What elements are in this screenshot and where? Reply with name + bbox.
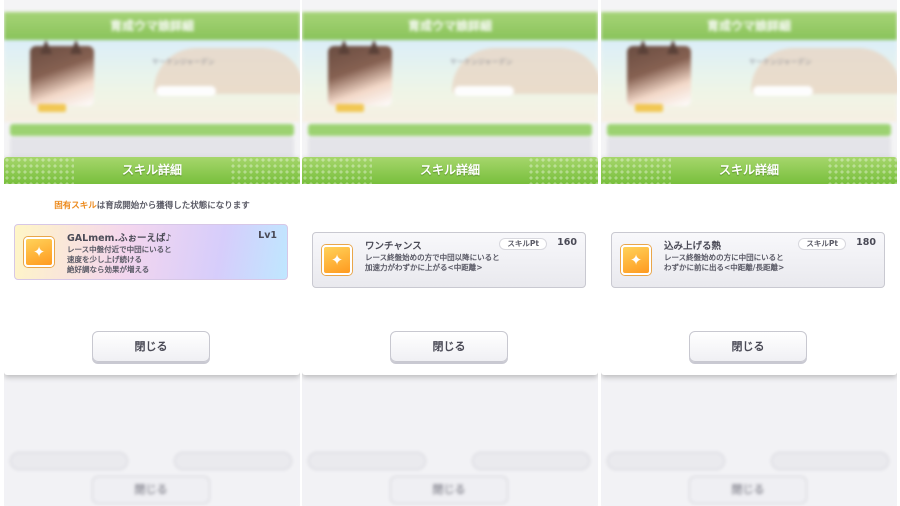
skill-description: レース中盤付近で中団にいると 速度を少し上げ続ける 絶好調なら効果が増える: [67, 245, 172, 274]
rank-stars: [635, 104, 663, 112]
story-button: [607, 452, 725, 470]
skill-acceleration-icon: ✦: [322, 245, 352, 275]
skill-detail-dialog: スキル詳細 ✦ ワンチャンス スキルPt 160 レース終盤始めの方で中団以降に…: [302, 157, 598, 375]
character-name: ヤーケンジャーデン: [749, 58, 812, 66]
screenshot-panel-3: 育成ウマ娘詳細 ヤーケンジャーデン 閉じる スキル詳細 ✦ 込み上げる熱 スキル…: [601, 0, 897, 506]
background-header: 育成ウマ娘詳細: [4, 12, 300, 40]
enhance-button: [771, 452, 889, 470]
stat-values-row: [10, 137, 294, 157]
rank-badge: [753, 86, 813, 96]
background-header: 育成ウマ娘詳細: [302, 12, 598, 40]
close-button[interactable]: 閉じる: [92, 331, 210, 362]
notice-text: は育成開始から獲得した状態になります: [96, 201, 250, 211]
skill-detail-dialog: スキル詳細 ✦ 込み上げる熱 スキルPt 180 レース終盤始めの方に中団にいる…: [601, 157, 897, 375]
dialog-header: スキル詳細: [4, 157, 300, 184]
story-button: [10, 452, 128, 470]
skill-card[interactable]: ✦ 込み上げる熱 スキルPt 180 レース終盤始めの方に中団にいると わずかに…: [611, 232, 885, 288]
rank-stars: [38, 104, 66, 112]
character-name: ヤーケンジャーデン: [152, 58, 215, 66]
skill-card[interactable]: ✦ ワンチャンス スキルPt 160 レース終盤始めの方で中団以降にいると 加速…: [312, 232, 586, 288]
skill-description: レース終盤始めの方に中団にいると わずかに前に出る<中距離/長距離>: [664, 253, 785, 272]
skill-level: Lv1: [258, 230, 277, 241]
stat-values-row: [607, 137, 891, 157]
skill-pt-label: スキルPt: [499, 238, 547, 250]
rank-stars: [336, 104, 364, 112]
background-close-button: 閉じる: [689, 476, 807, 504]
character-portrait: [328, 40, 392, 106]
skill-speed-icon: ✦: [24, 237, 54, 267]
skill-card[interactable]: ✦ GALmem.ふぉーえば♪ Lv1 レース中盤付近で中団にいると 速度を少し…: [14, 224, 288, 280]
skill-description: レース終盤始めの方で中団以降にいると 加速力がわずかに上がる<中距離>: [365, 253, 500, 272]
stat-header-row: [308, 124, 592, 136]
skill-detail-dialog: スキル詳細 固有スキルは育成開始から獲得した状態になります ✦ GALmem.ふ…: [4, 157, 300, 375]
skill-name: GALmem.ふぉーえば♪: [67, 233, 172, 244]
background-close-button: 閉じる: [390, 476, 508, 504]
skill-pt-value: 180: [856, 237, 876, 248]
close-button[interactable]: 閉じる: [390, 331, 508, 362]
character-name: ヤーケンジャーデン: [450, 58, 513, 66]
rank-badge: [156, 86, 216, 96]
skill-acceleration-icon: ✦: [621, 245, 651, 275]
dialog-header: スキル詳細: [601, 157, 897, 184]
skill-pt-label: スキルPt: [798, 238, 846, 250]
rank-badge: [454, 86, 514, 96]
dialog-title: スキル詳細: [121, 163, 182, 177]
dialog-title: スキル詳細: [419, 163, 480, 177]
skill-name: ワンチャンス: [365, 241, 422, 252]
screenshot-panel-2: 育成ウマ娘詳細 ヤーケンジャーデン 閉じる スキル詳細 ✦ ワンチャンス スキル…: [302, 0, 598, 506]
background-header: 育成ウマ娘詳細: [601, 12, 897, 40]
screenshot-panel-1: 育成ウマ娘詳細 ヤーケンジャーデン 閉じる スキル詳細 固有スキルは育成開始から…: [4, 0, 300, 506]
unique-skill-notice: 固有スキルは育成開始から獲得した状態になります: [4, 199, 300, 211]
skill-pt-value: 160: [557, 237, 577, 248]
enhance-button: [174, 452, 292, 470]
stat-header-row: [607, 124, 891, 136]
story-button: [308, 452, 426, 470]
character-portrait: [627, 40, 691, 106]
stat-header-row: [10, 124, 294, 136]
notice-highlight: 固有スキル: [54, 201, 97, 211]
enhance-button: [472, 452, 590, 470]
character-portrait: [30, 40, 94, 106]
close-button[interactable]: 閉じる: [689, 331, 807, 362]
stat-values-row: [308, 137, 592, 157]
skill-name: 込み上げる熱: [664, 241, 722, 252]
dialog-header: スキル詳細: [302, 157, 598, 184]
background-close-button: 閉じる: [92, 476, 210, 504]
dialog-title: スキル詳細: [718, 163, 779, 177]
